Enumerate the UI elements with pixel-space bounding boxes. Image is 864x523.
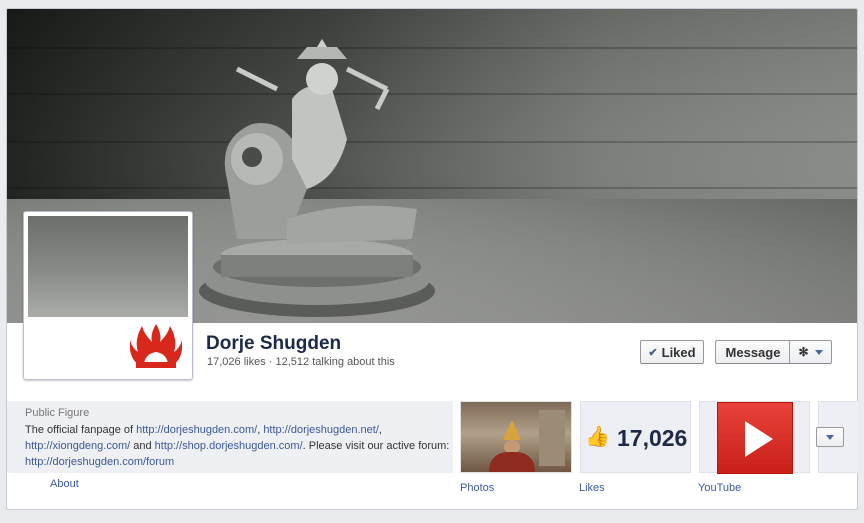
link-dorjeshugden-net[interactable]: http://dorjeshugden.net/ (263, 424, 379, 436)
message-label: Message (725, 344, 781, 360)
thumbs-up-icon: 👍 (585, 426, 610, 448)
link-dorjeshugden-com[interactable]: http://dorjeshugden.com/ (136, 424, 257, 436)
description-text: and (130, 440, 155, 452)
photos-tile[interactable] (460, 401, 572, 473)
youtube-logo (717, 402, 793, 474)
likes-tile[interactable]: 👍 17,026 (580, 401, 691, 473)
gear-icon: ✻ (798, 345, 809, 359)
page-title[interactable]: Dorje Shugden (206, 333, 341, 355)
liked-button[interactable]: ✔ Liked (640, 340, 704, 364)
photos-label[interactable]: Photos (460, 482, 494, 494)
flame-logo-icon (130, 324, 182, 368)
link-xiongdeng-com[interactable]: http://xiongdeng.com/ (25, 440, 130, 452)
page-description: The official fanpage of http://dorjeshug… (25, 422, 450, 470)
about-link[interactable]: About (50, 478, 79, 490)
description-text: The official fanpage of (25, 424, 137, 436)
youtube-label[interactable]: YouTube (698, 482, 741, 494)
likes-label[interactable]: Likes (579, 482, 605, 494)
description-text: , (378, 424, 382, 436)
liked-label: Liked (661, 344, 696, 360)
chevron-down-icon (826, 434, 834, 440)
chevron-down-icon (814, 349, 823, 355)
description-text: . Please visit our active forum: (302, 440, 450, 452)
message-button[interactable]: Message (715, 340, 790, 364)
stats-separator: · (268, 356, 273, 368)
settings-dropdown-button[interactable]: ✻ (789, 340, 832, 364)
profile-picture[interactable] (23, 211, 193, 380)
page-category: Public Figure (25, 407, 90, 419)
link-shop-dorjeshugden[interactable]: http://shop.dorjeshugden.com/ (155, 440, 303, 452)
link-forum[interactable]: http://dorjeshugden.com/forum (25, 456, 174, 468)
likes-tile-count: 17,026 (617, 425, 688, 451)
statue-image (199, 39, 435, 317)
profile-image (28, 216, 188, 317)
page-stats: 17,026 likes · 12,512 talking about this (207, 356, 395, 368)
more-apps-button[interactable] (816, 427, 844, 447)
check-icon: ✔ (648, 346, 658, 359)
talking-about-text: 12,512 talking about this (275, 356, 395, 368)
youtube-tile[interactable] (699, 401, 810, 474)
youtube-play-icon (745, 421, 773, 457)
likes-count-text[interactable]: 17,026 likes (207, 356, 266, 368)
